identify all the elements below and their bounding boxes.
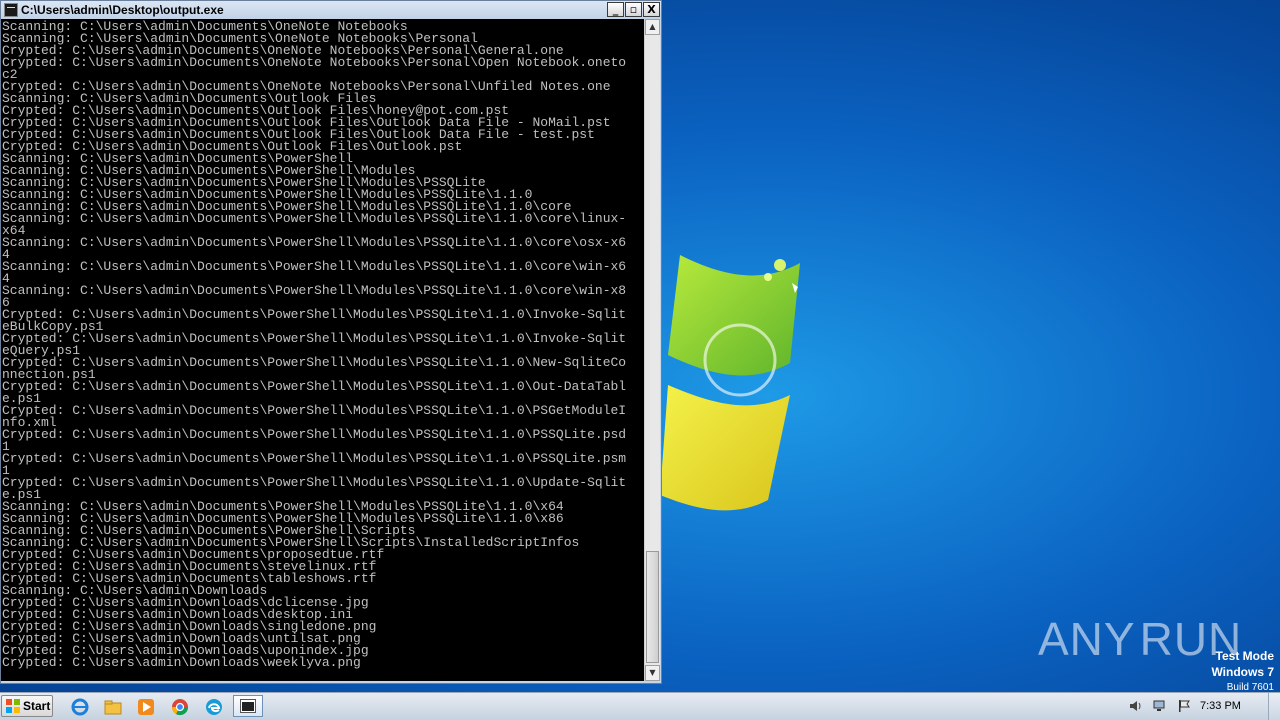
internet-explorer-icon[interactable] [70,697,90,717]
file-explorer-icon[interactable] [103,697,123,717]
test-mode-label: Test Mode [1215,649,1274,663]
scroll-up-arrow-icon[interactable]: ▲ [645,19,660,35]
console-line: Crypted: C:\Users\admin\Documents\PowerS… [2,379,627,394]
taskbar-console-button[interactable] [233,695,263,717]
os-name-label: Windows 7 [1211,665,1274,679]
maximize-button[interactable]: ▫ [625,2,642,17]
console-line: Crypted: C:\Users\admin\Downloads\weekly… [2,655,361,670]
media-player-icon[interactable] [136,697,156,717]
window-title: C:\Users\admin\Desktop\output.exe [21,3,224,17]
test-mode-notice: Test Mode Windows 7 Build 7601 [1211,648,1274,696]
console-output: Scanning: C:\Users\admin\Documents\OneNo… [1,19,644,669]
action-center-flag-icon[interactable] [1176,698,1192,714]
scrollbar-thumb[interactable] [646,551,659,663]
window-titlebar[interactable]: C:\Users\admin\Desktop\output.exe _ ▫ X [1,1,661,19]
network-icon[interactable] [1152,698,1168,714]
watermark-any-text: ANY [1038,613,1136,665]
show-desktop-button[interactable] [1268,693,1280,720]
scroll-down-arrow-icon[interactable]: ▼ [645,665,660,681]
console-line: Crypted: C:\Users\admin\Documents\PowerS… [2,427,627,442]
console-line: Crypted: C:\Users\admin\Documents\PowerS… [2,403,627,418]
edge-icon[interactable] [204,697,224,717]
console-line: Scanning: C:\Users\admin\Documents\Power… [2,211,627,226]
console-output-area[interactable]: Scanning: C:\Users\admin\Documents\OneNo… [1,19,644,681]
anyrun-watermark: ANY RUN [1038,608,1241,670]
chrome-icon[interactable] [170,697,190,717]
console-app-icon[interactable] [4,3,18,17]
vertical-scrollbar[interactable]: ▲ ▼ [644,19,660,681]
start-button[interactable]: Start [1,695,53,717]
windows-flag-icon [6,699,20,713]
taskbar: Start 7:33 PM [0,692,1280,720]
minimize-button[interactable]: _ [607,2,624,17]
speaker-icon[interactable] [1128,698,1144,714]
console-line: Crypted: C:\Users\admin\Documents\PowerS… [2,475,627,490]
console-line: Crypted: C:\Users\admin\Documents\PowerS… [2,355,627,370]
console-window-icon [240,699,256,713]
console-line: Scanning: C:\Users\admin\Documents\Power… [2,235,627,250]
console-line: Crypted: C:\Users\admin\Documents\PowerS… [2,451,627,466]
console-line: Crypted: C:\Users\admin\Documents\PowerS… [2,331,627,346]
console-line: Crypted: C:\Users\admin\Documents\OneNot… [2,55,627,70]
console-window[interactable]: C:\Users\admin\Desktop\output.exe _ ▫ X … [0,0,662,684]
console-line: Scanning: C:\Users\admin\Documents\Power… [2,259,627,274]
close-button[interactable]: X [643,2,660,17]
start-label: Start [23,699,51,713]
windows-logo-wallpaper [660,255,800,511]
console-line: Scanning: C:\Users\admin\Documents\Power… [2,283,627,298]
taskbar-clock[interactable]: 7:33 PM [1200,700,1241,712]
